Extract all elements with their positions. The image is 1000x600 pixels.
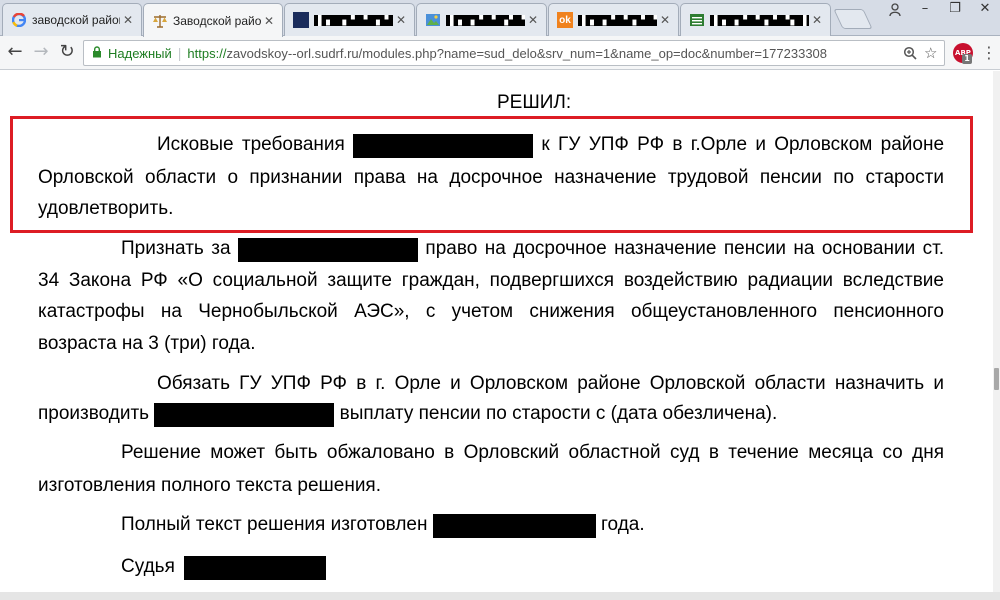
redacted-judge-name	[184, 556, 327, 580]
tab-zavodskoy-search[interactable]: заводской район ✕	[2, 3, 142, 36]
redacted-name	[154, 403, 335, 427]
para2-line1: Признать за право на досрочное назначени…	[121, 238, 944, 262]
text-segment: к ГУ УПФ РФ в г.Орле и Орловском районе	[541, 134, 945, 155]
para2-line3: катастрофы на Чернобыльской АЭС», с учет…	[38, 301, 944, 322]
tab-title: ▌▖ ▗ ▘▝ ▗ ▘▝▖▌	[314, 14, 393, 26]
bottom-bar	[0, 592, 1000, 600]
text-segment: производить	[38, 403, 150, 424]
browser-toolbar: ← → ↻ Надежный | https:// zavodskoy--orl…	[0, 36, 1000, 70]
text-segment: выплату пенсии по старости с (дата обезл…	[339, 403, 778, 424]
para1-line2: Орловской области о признании права на д…	[38, 167, 944, 188]
text-segment: Полный текст решения изготовлен	[121, 514, 428, 535]
tab-zavodskoy-court[interactable]: Заводской район ✕	[143, 3, 283, 37]
redacted-date	[432, 514, 596, 538]
ok-icon: ok	[557, 12, 573, 28]
para1-line1: Исковые требования к ГУ УПФ РФ в г.Орле …	[157, 134, 944, 158]
reload-icon[interactable]: ↻	[56, 42, 78, 64]
para1-line3: удовлетворить.	[38, 198, 174, 219]
close-icon[interactable]: ✕	[657, 13, 673, 27]
lock-icon	[92, 45, 106, 61]
tab-title: ▌▖▗ ▘▝ ▗▘▝ ▖▌	[446, 14, 525, 26]
tab-strip: заводской район ✕ Заводской район ✕ ▌▖ ▗…	[0, 0, 1000, 37]
photo-icon	[425, 12, 441, 28]
back-icon[interactable]: ←	[4, 42, 26, 64]
tab-title: Заводской район	[173, 13, 261, 28]
tab-redacted-2[interactable]: ▌▖▗ ▘▝ ▗▘▝ ▖▌ ✕	[416, 3, 547, 36]
decision-heading: РЕШИЛ:	[497, 92, 572, 113]
sheet-icon	[689, 12, 705, 28]
para4-line2: изготовления полного текста решения.	[38, 475, 382, 496]
tab-redacted-3[interactable]: ok ▌▖▗ ▘▝▗ ▘▝▖ ✕	[548, 3, 679, 36]
cut-off-line: ▔ ▔▔▔ ▔ ▔▔ ▔ ▔▔ ▔▔ ▔▔▔ ▔▔	[300, 71, 760, 83]
scrollbar-thumb[interactable]	[994, 368, 999, 390]
divider: |	[177, 45, 182, 61]
para5-line: Полный текст решения изготовлен года.	[121, 514, 645, 538]
text-segment: Признать за	[121, 238, 231, 259]
tab-title: ▌▖▗ ▘▝▗ ▘▝▖	[578, 14, 657, 26]
close-icon[interactable]: ✕	[525, 13, 541, 27]
para4-line1: Решение может быть обжаловано в Орловски…	[121, 442, 944, 463]
url-text[interactable]: zavodskoy--orl.sudrf.ru/modules.php?name…	[226, 46, 944, 61]
redacted-name	[237, 238, 418, 262]
judge-label: Судья	[121, 556, 175, 577]
para2-line4: возраста на 3 (три) года.	[38, 333, 256, 354]
para3-line1: Обязать ГУ УПФ РФ в г. Орле и Орловском …	[157, 373, 944, 394]
scales-icon	[152, 13, 168, 29]
para2-line2: 34 Закона РФ «О социальной защите гражда…	[38, 270, 944, 291]
star-icon[interactable]: ☆	[924, 44, 937, 62]
close-icon[interactable]: ✕	[393, 13, 409, 27]
close-icon[interactable]: ✕	[809, 13, 825, 27]
tab-title: ▌▖▗ ▘▝▗ ▘▝▖ ▌	[710, 14, 809, 26]
google-icon	[11, 12, 27, 28]
blank-icon	[293, 12, 309, 28]
forward-icon[interactable]: →	[30, 42, 52, 64]
restore-icon[interactable]: ❐	[940, 0, 970, 20]
adblock-count-badge: 1	[962, 54, 972, 64]
tab-title: заводской район	[32, 13, 120, 27]
text-segment: право на досрочное назначение пенсии на …	[425, 238, 944, 259]
close-window-icon[interactable]: ✕	[970, 0, 1000, 20]
para3-line2: производить выплату пенсии по старости с…	[38, 403, 777, 427]
vertical-scrollbar[interactable]	[993, 71, 1000, 600]
zoom-icon[interactable]	[903, 44, 917, 64]
address-bar[interactable]: Надежный | https:// zavodskoy--orl.sudrf…	[83, 40, 945, 66]
page-content: ▔ ▔▔▔ ▔ ▔▔ ▔ ▔▔ ▔▔ ▔▔▔ ▔▔ РЕШИЛ: Исковые…	[0, 71, 993, 600]
security-label: Надежный	[108, 45, 172, 61]
minimize-icon[interactable]: –	[910, 0, 940, 20]
text-segment: года.	[601, 514, 645, 535]
judge-line: Судья	[121, 556, 327, 580]
user-icon[interactable]	[880, 0, 910, 20]
new-tab-button[interactable]	[833, 9, 873, 29]
url-scheme: https://	[187, 45, 227, 61]
tab-redacted-1[interactable]: ▌▖ ▗ ▘▝ ▗ ▘▝▖▌ ✕	[284, 3, 415, 36]
redacted-name	[353, 134, 534, 158]
menu-icon[interactable]: ⋮	[981, 45, 997, 61]
text-segment: Исковые требования	[157, 134, 345, 155]
close-icon[interactable]: ✕	[261, 14, 277, 28]
close-icon[interactable]: ✕	[120, 13, 136, 27]
tab-redacted-4[interactable]: ▌▖▗ ▘▝▗ ▘▝▖ ▌ ✕	[680, 3, 831, 36]
